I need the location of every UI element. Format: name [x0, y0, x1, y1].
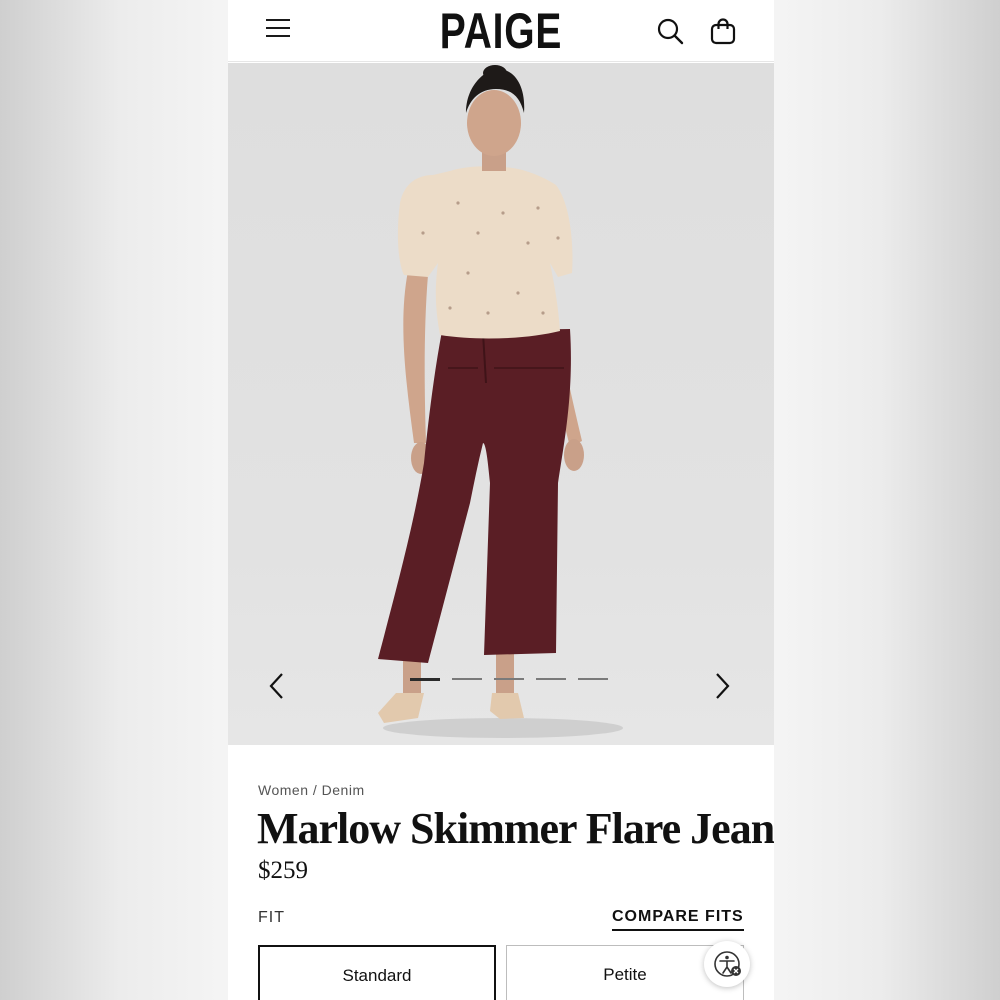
fit-option-label: Petite	[603, 965, 647, 984]
breadcrumb-denim-link[interactable]: Denim	[322, 782, 365, 798]
carousel-indicators	[410, 678, 610, 682]
compare-fits-link[interactable]: COMPARE FITS	[612, 908, 744, 931]
carousel-dot[interactable]	[410, 678, 440, 681]
chevron-left-icon	[269, 673, 283, 699]
accessibility-button[interactable]	[704, 941, 750, 987]
fit-option-label: Standard	[342, 966, 412, 985]
carousel-prev-button[interactable]	[265, 671, 289, 701]
model-photo	[378, 65, 623, 738]
product-title: Marlow Skimmer Flare Jean	[257, 804, 774, 853]
carousel-dot[interactable]	[536, 678, 566, 680]
brand-logo[interactable]: PAIGE	[288, 2, 714, 60]
chevron-right-icon	[716, 673, 730, 699]
product-image-carousel[interactable]	[228, 63, 774, 745]
accessibility-icon	[714, 951, 741, 977]
carousel-dot[interactable]	[452, 678, 482, 680]
breadcrumb-women-link[interactable]: Women	[258, 782, 308, 798]
carousel-next-button[interactable]	[710, 671, 734, 701]
site-header: PAIGE	[228, 0, 774, 62]
carousel-dot[interactable]	[578, 678, 608, 680]
breadcrumb-separator: /	[312, 782, 318, 798]
mobile-page: PAIGE Women / Denim Marlow Skimmer Flare…	[228, 0, 774, 1000]
product-price: $259	[258, 857, 308, 884]
carousel-dot[interactable]	[494, 678, 524, 680]
fit-label: FIT	[258, 909, 285, 926]
search-icon[interactable]	[656, 17, 684, 45]
breadcrumb: Women / Denim	[258, 782, 365, 798]
fit-option-standard[interactable]: Standard	[258, 945, 496, 1000]
shopping-bag-icon[interactable]	[709, 17, 737, 45]
product-info: Women / Denim Marlow Skimmer Flare Jean …	[228, 745, 774, 1000]
hamburger-menu-icon[interactable]	[266, 19, 290, 41]
